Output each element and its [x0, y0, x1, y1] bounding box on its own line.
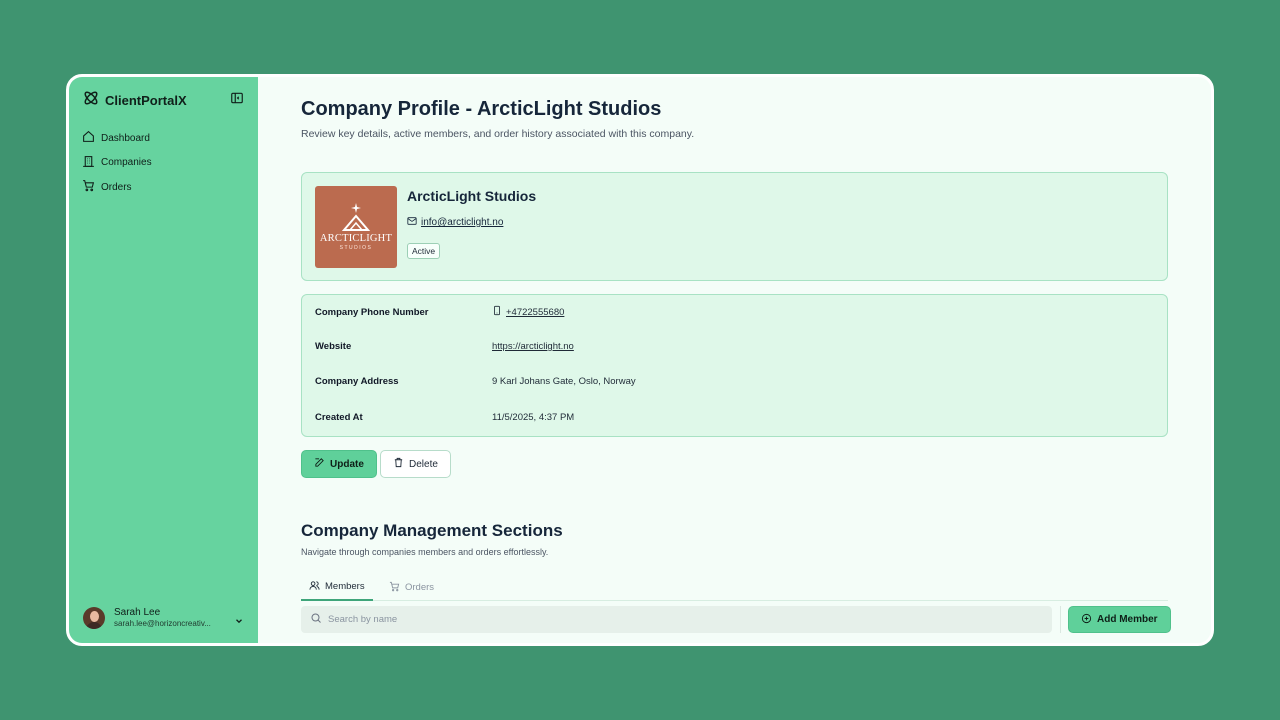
brand-name: ClientPortalX — [105, 93, 187, 108]
tab-label: Members — [325, 581, 365, 592]
search-box — [301, 606, 1052, 633]
company-logo: ARCTICLIGHT STUDIOS — [315, 186, 397, 268]
tab-members[interactable]: Members — [301, 574, 373, 601]
detail-row-website: Website https://arcticlight.no — [315, 341, 574, 352]
plus-circle-icon — [1081, 613, 1092, 627]
tab-orders[interactable]: Orders — [381, 574, 442, 601]
delete-label: Delete — [409, 458, 438, 470]
user-email: sarah.lee@horizoncreativ... — [114, 619, 211, 629]
mountain-star-icon — [341, 203, 371, 231]
company-email-link[interactable]: info@arcticlight.no — [421, 217, 503, 228]
detail-row-created-at: Created At 11/5/2025, 4:37 PM — [315, 412, 574, 423]
cart-icon — [82, 179, 95, 195]
website-link[interactable]: https://arcticlight.no — [492, 341, 574, 352]
detail-label: Company Address — [315, 376, 399, 387]
brand[interactable]: ClientPortalX — [82, 89, 187, 112]
divider — [1060, 606, 1061, 633]
detail-label: Created At — [315, 412, 363, 423]
sidebar-item-orders[interactable]: Orders — [82, 175, 152, 200]
phone-icon — [492, 305, 502, 319]
chevron-down-icon[interactable] — [234, 613, 244, 624]
detail-value: 9 Karl Johans Gate, Oslo, Norway — [492, 376, 636, 387]
update-button[interactable]: Update — [301, 450, 377, 478]
section-subtitle: Navigate through companies members and o… — [301, 547, 549, 557]
atom-logo-icon — [82, 89, 100, 112]
detail-row-phone: Company Phone Number +4722555680 — [315, 305, 564, 319]
company-details-card: Company Phone Number +4722555680 Website… — [301, 294, 1168, 437]
add-member-label: Add Member — [1097, 614, 1158, 625]
mail-icon — [407, 216, 417, 229]
delete-button[interactable]: Delete — [380, 450, 451, 478]
detail-label: Website — [315, 341, 352, 352]
cart-icon — [389, 581, 400, 595]
main-content: Company Profile - ArcticLight Studios Re… — [258, 77, 1211, 643]
user-menu[interactable]: Sarah Lee sarah.lee@horizoncreativ... — [83, 607, 247, 629]
sidebar-item-dashboard[interactable]: Dashboard — [82, 126, 152, 151]
users-icon — [309, 580, 320, 594]
page-subtitle: Review key details, active members, and … — [301, 128, 695, 140]
tab-label: Orders — [405, 582, 435, 593]
search-icon — [310, 611, 322, 629]
update-label: Update — [330, 458, 364, 470]
sidebar-item-label: Orders — [101, 181, 132, 193]
logo-subtext: STUDIOS — [339, 245, 373, 251]
sidebar-item-companies[interactable]: Companies — [82, 151, 152, 176]
home-icon — [82, 130, 95, 146]
avatar — [83, 607, 105, 629]
status-badge: Active — [407, 243, 441, 259]
user-name: Sarah Lee — [114, 607, 161, 619]
search-input[interactable] — [328, 614, 1028, 625]
company-email: info@arcticlight.no — [407, 216, 503, 229]
add-member-button[interactable]: Add Member — [1068, 606, 1171, 633]
sidebar: ClientPortalX Dashboard Companies Orders… — [69, 77, 258, 643]
app-window: ClientPortalX Dashboard Companies Orders… — [66, 74, 1214, 646]
section-title: Company Management Sections — [301, 521, 563, 540]
detail-row-address: Company Address 9 Karl Johans Gate, Oslo… — [315, 376, 636, 387]
detail-label: Company Phone Number — [315, 306, 429, 318]
edit-icon — [314, 457, 325, 471]
sidebar-item-label: Companies — [101, 157, 152, 169]
sidebar-nav: Dashboard Companies Orders — [82, 126, 152, 200]
building-icon — [82, 155, 95, 171]
sidebar-item-label: Dashboard — [101, 132, 150, 144]
phone-link[interactable]: +4722555680 — [506, 307, 564, 318]
section-tabs: Members Orders — [301, 574, 1168, 601]
trash-icon — [393, 457, 404, 471]
detail-value: 11/5/2025, 4:37 PM — [492, 412, 575, 423]
sidebar-toggle-icon[interactable] — [230, 91, 244, 105]
company-name: ArcticLight Studios — [407, 188, 537, 204]
logo-text: ARCTICLIGHT — [319, 233, 393, 244]
page-title: Company Profile - ArcticLight Studios — [301, 98, 662, 120]
company-profile-card: ARCTICLIGHT STUDIOS ArcticLight Studios … — [301, 172, 1168, 281]
